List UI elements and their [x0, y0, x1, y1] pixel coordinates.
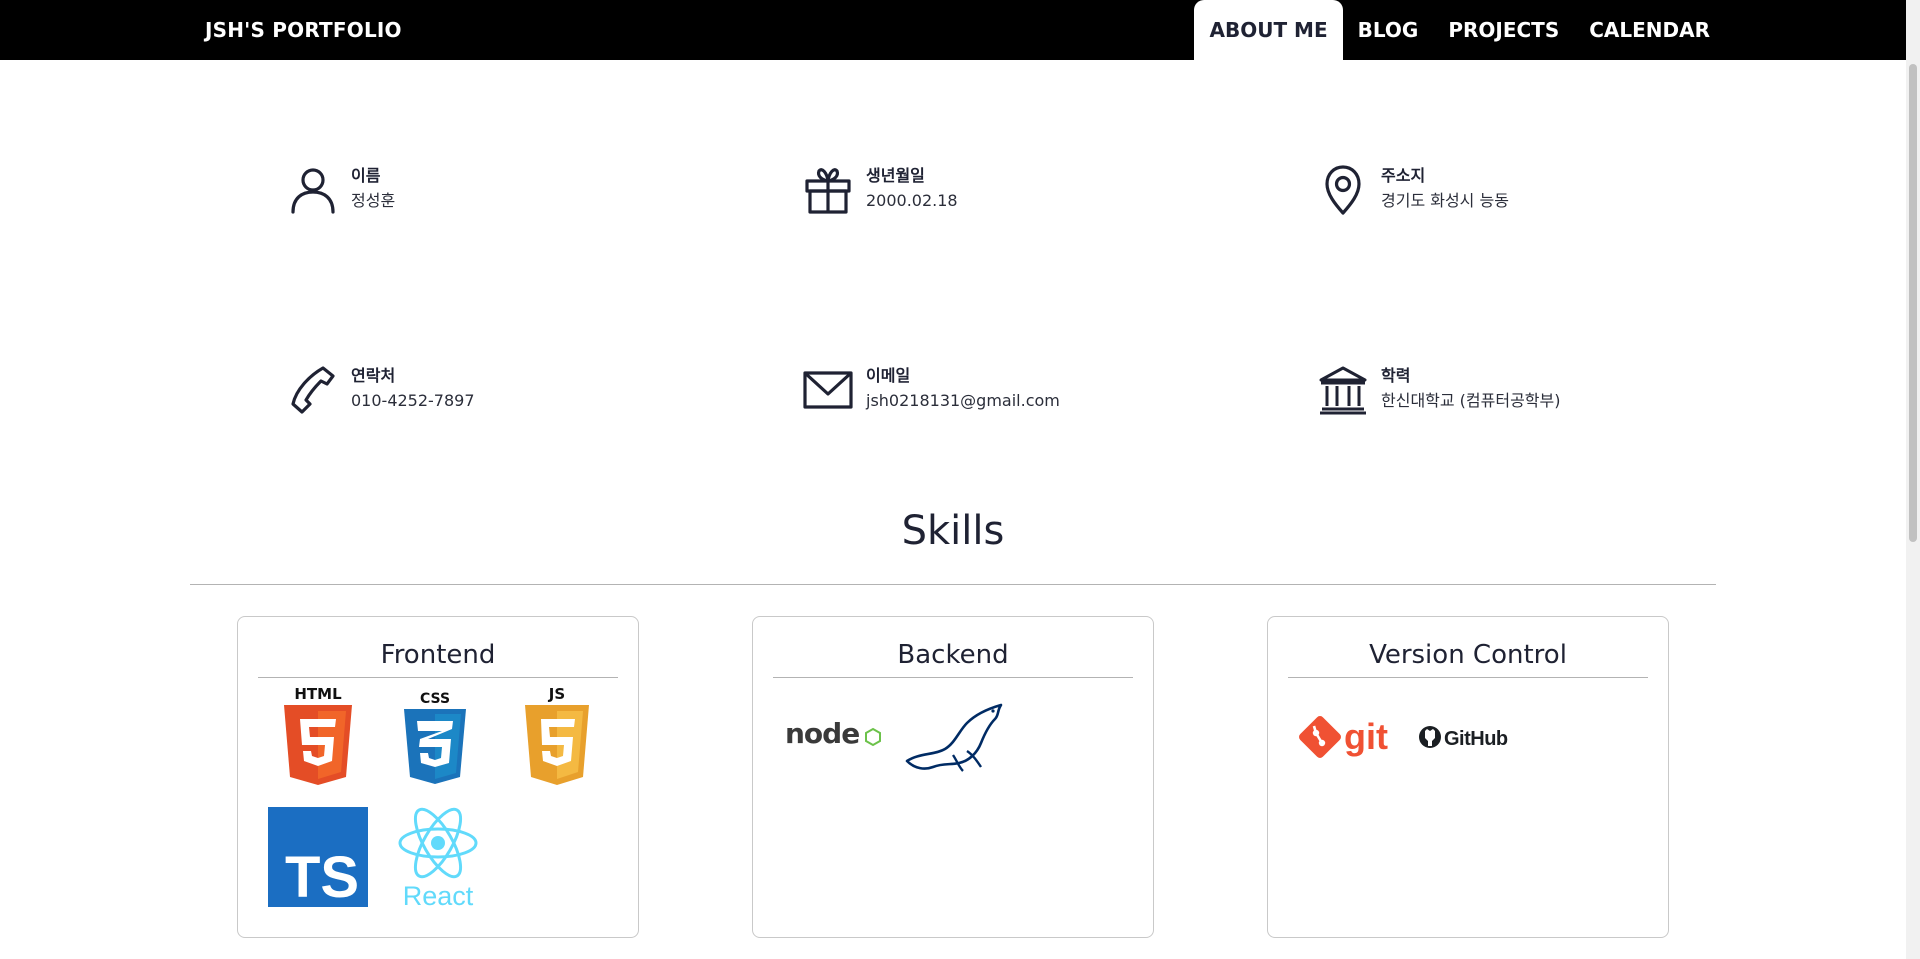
phone-label: 연락처 [351, 366, 396, 385]
institution-icon [1317, 364, 1369, 416]
git-logo-text: git [1344, 716, 1388, 757]
address-value: 경기도 화성시 능동 [1381, 191, 1509, 210]
css3-logo-icon: CSS [404, 691, 466, 784]
about-name: 이름 정성훈 [287, 164, 395, 216]
email-value[interactable]: jsh0218131@gmail.com [866, 388, 1060, 414]
main-nav: ABOUT ME BLOG PROJECTS CALENDAR [1194, 0, 1725, 60]
git-logo-icon: git [1299, 716, 1388, 758]
address-label: 주소지 [1381, 166, 1426, 185]
node-logo-text: node [785, 717, 859, 750]
css-logo-text: CSS [420, 691, 450, 707]
card-title-backend: Backend [773, 637, 1133, 678]
education-value: 한신대학교 (컴퓨터공학부) [1381, 391, 1561, 410]
github-logo-icon: GitHub [1419, 726, 1508, 750]
name-value: 정성훈 [351, 191, 396, 210]
about-email: 이메일 jsh0218131@gmail.com [802, 364, 1060, 416]
card-title-version-control: Version Control [1288, 637, 1648, 678]
nav-about-me[interactable]: ABOUT ME [1194, 0, 1343, 60]
react-logo-icon: React [398, 807, 478, 909]
skills-divider [190, 584, 1716, 585]
envelope-icon [802, 364, 854, 416]
html5-logo-icon: HTML [284, 685, 352, 785]
phone-icon [287, 364, 339, 416]
github-logo-text: GitHub [1444, 728, 1508, 750]
top-navigation-bar: JSH'S PORTFOLIO ABOUT ME BLOG PROJECTS C… [0, 0, 1906, 60]
education-label: 학력 [1381, 366, 1411, 385]
about-address: 주소지 경기도 화성시 능동 [1317, 164, 1509, 216]
ts-logo-text: TS [285, 845, 359, 907]
gift-icon [802, 164, 854, 216]
email-label: 이메일 [866, 366, 911, 385]
nav-projects[interactable]: PROJECTS [1433, 0, 1574, 60]
about-phone: 연락처 010-4252-7897 [287, 364, 475, 416]
birth-value: 2000.02.18 [866, 191, 958, 210]
react-logo-text: React [403, 881, 474, 909]
name-label: 이름 [351, 166, 381, 185]
mariadb-seal-logo-icon [905, 703, 1003, 772]
typescript-logo-icon: TS [268, 807, 368, 907]
javascript-logo-icon: JS [525, 685, 589, 785]
html-logo-text: HTML [294, 685, 342, 703]
scrollbar-track[interactable] [1906, 0, 1920, 959]
skill-card-backend: Backend node [752, 616, 1154, 938]
skill-card-frontend: Frontend HTML CSS JS TS React [237, 616, 639, 938]
about-education: 학력 한신대학교 (컴퓨터공학부) [1317, 364, 1561, 416]
nav-calendar[interactable]: CALENDAR [1574, 0, 1725, 60]
skill-card-version-control: Version Control git GitHub [1267, 616, 1669, 938]
nav-blog[interactable]: BLOG [1343, 0, 1434, 60]
location-pin-icon [1317, 164, 1369, 216]
scrollbar-thumb[interactable] [1909, 64, 1917, 542]
brand-title[interactable]: JSH'S PORTFOLIO [205, 0, 402, 60]
skills-title: Skills [901, 508, 1005, 554]
nodejs-logo-icon: node [785, 717, 881, 750]
card-title-frontend: Frontend [258, 637, 618, 678]
person-icon [287, 164, 339, 216]
birth-label: 생년월일 [866, 166, 925, 185]
phone-value: 010-4252-7897 [351, 391, 475, 410]
js-logo-text: JS [548, 685, 565, 703]
about-birth: 생년월일 2000.02.18 [802, 164, 958, 216]
